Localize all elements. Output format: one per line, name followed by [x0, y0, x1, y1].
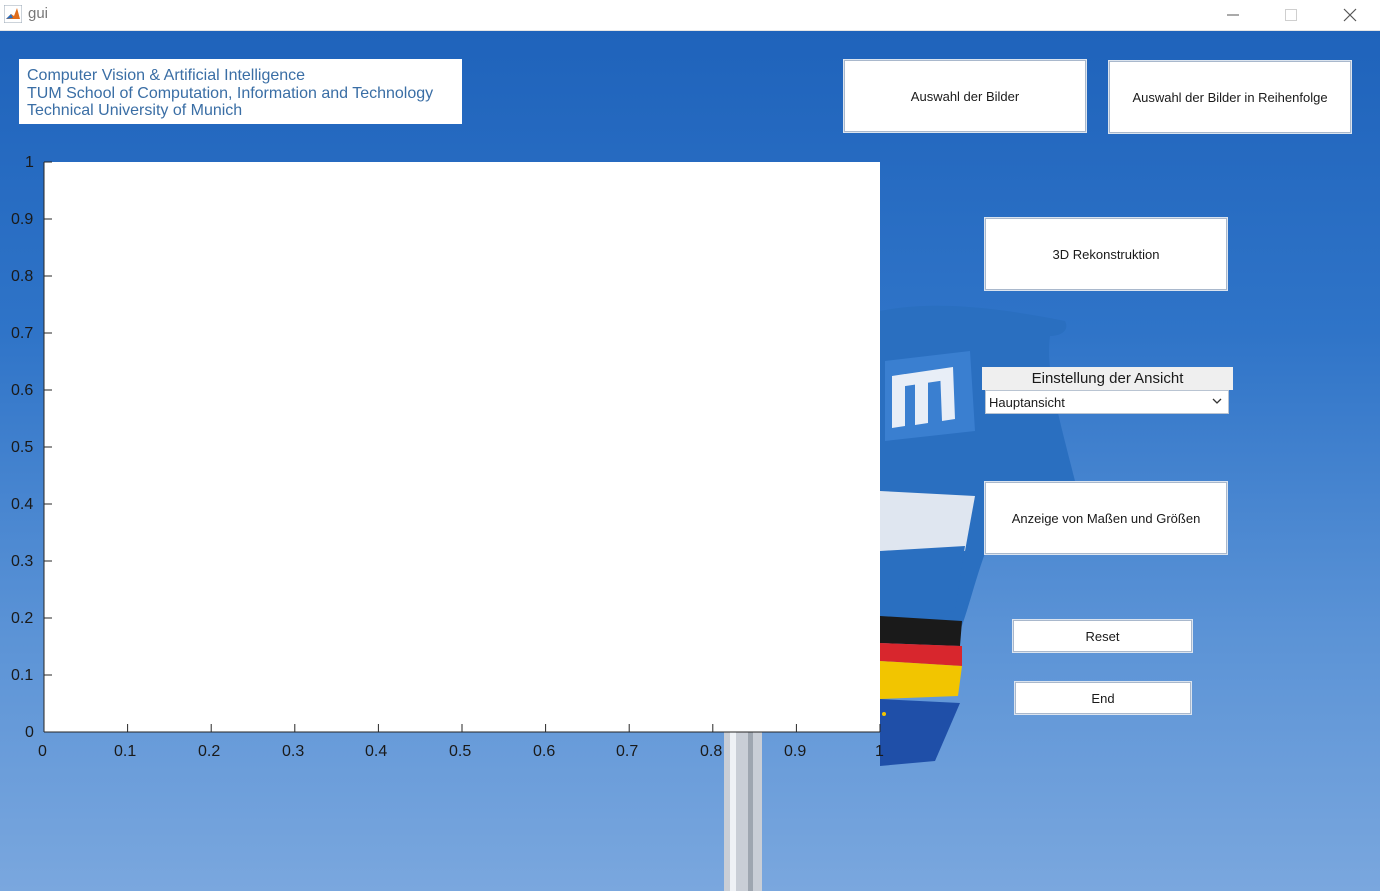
minimize-icon[interactable] — [1210, 0, 1256, 30]
y-tick-label: 0 — [25, 724, 34, 741]
view-select-value: Hauptansicht — [989, 394, 1065, 410]
select-images-sequence-button[interactable]: Auswahl der Bilder in Reihenfolge — [1109, 61, 1351, 133]
maximize-icon[interactable] — [1268, 0, 1314, 30]
y-tick-label: 0.5 — [11, 439, 34, 456]
select-images-button[interactable]: Auswahl der Bilder — [844, 60, 1086, 132]
y-tick-label: 0.2 — [11, 610, 34, 627]
y-tick-label: 0.1 — [11, 667, 34, 684]
figure-window: Computer Vision & Artificial Intelligenc… — [0, 31, 1380, 891]
axes-lines — [43, 161, 881, 733]
x-tick-label: 0.7 — [616, 743, 639, 760]
x-tick-label: 0.9 — [784, 743, 807, 760]
x-tick-label: 0.6 — [533, 743, 556, 760]
title-bar: gui — [0, 0, 1380, 31]
show-measurements-button[interactable]: Anzeige von Maßen und Größen — [985, 482, 1227, 554]
view-setting-label: Einstellung der Ansicht — [982, 367, 1233, 390]
matlab-icon — [4, 5, 22, 23]
x-tick-label: 0.4 — [365, 743, 388, 760]
end-button[interactable]: End — [1015, 682, 1191, 714]
x-tick-label: 1 — [875, 743, 884, 760]
y-tick-label: 0.7 — [11, 325, 34, 342]
3d-reconstruction-button[interactable]: 3D Rekonstruktion — [985, 218, 1227, 290]
view-select-dropdown[interactable]: Hauptansicht — [985, 390, 1229, 414]
x-tick-label: 0.3 — [282, 743, 305, 760]
y-tick-label: 0.8 — [11, 268, 34, 285]
chevron-down-icon — [1212, 398, 1222, 404]
window-title: gui — [28, 5, 49, 22]
x-tick-label: 0.8 — [700, 743, 723, 760]
x-tick-label: 0.1 — [114, 743, 137, 760]
y-tick-label: 0.4 — [11, 496, 34, 513]
y-tick-label: 0.9 — [11, 211, 34, 228]
y-tick-label: 0.3 — [11, 553, 34, 570]
x-tick-label: 0.5 — [449, 743, 472, 760]
y-tick-label: 0.6 — [11, 382, 34, 399]
close-icon[interactable] — [1327, 0, 1373, 30]
x-tick-label: 0.2 — [198, 743, 221, 760]
y-tick-label: 1 — [25, 154, 34, 171]
reset-button[interactable]: Reset — [1013, 620, 1192, 652]
x-tick-label: 0 — [38, 743, 47, 760]
